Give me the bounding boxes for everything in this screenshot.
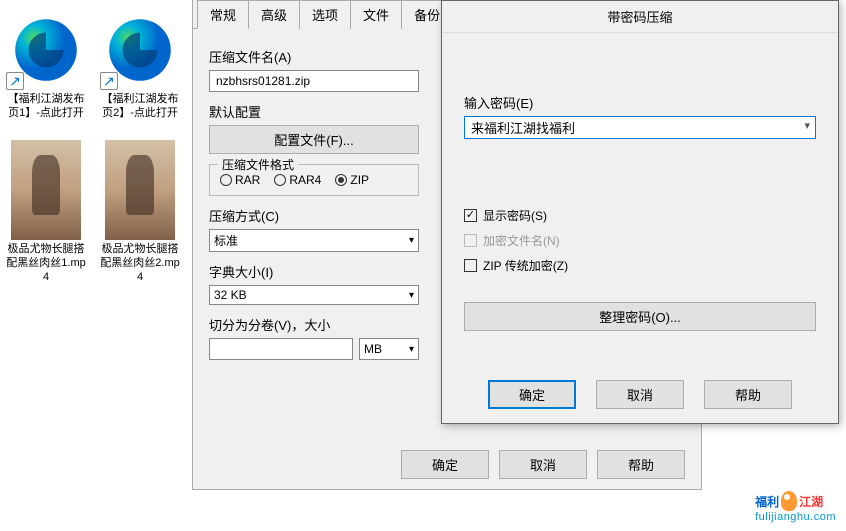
ok-button[interactable]: 确定 <box>488 380 576 409</box>
profile-button[interactable]: 配置文件(F)... <box>209 125 419 154</box>
tab-advanced[interactable]: 高级 <box>248 0 300 29</box>
dict-select[interactable]: 32 KB▾ <box>209 285 419 305</box>
format-radio-zip[interactable]: ZIP <box>335 173 369 187</box>
password-input[interactable] <box>464 116 816 139</box>
format-radio-rar[interactable]: RAR <box>220 173 260 187</box>
file-item[interactable]: 极品尤物长腿搭配黑丝肉丝1.mp4 <box>6 140 86 284</box>
file-item[interactable]: ↗ 【福利江湖发布页2】-点此打开 <box>100 10 180 120</box>
shortcut-arrow-icon: ↗ <box>100 72 118 90</box>
file-item[interactable]: ↗ 【福利江湖发布页1】-点此打开 <box>6 10 86 120</box>
shortcut-arrow-icon: ↗ <box>6 72 24 90</box>
ok-button[interactable]: 确定 <box>401 450 489 479</box>
format-group-title: 压缩文件格式 <box>218 156 298 173</box>
checkbox-icon <box>464 259 477 272</box>
enter-password-label: 输入密码(E) <box>464 93 816 112</box>
file-explorer: ↗ 【福利江湖发布页1】-点此打开 ↗ 【福利江湖发布页2】-点此打开 极品尤物… <box>0 0 200 531</box>
password-dialog-title: 带密码压缩 <box>442 1 838 33</box>
tab-options[interactable]: 选项 <box>299 0 351 29</box>
checkbox-icon <box>464 234 477 247</box>
show-password-checkbox[interactable]: 显示密码(S) <box>464 207 816 224</box>
tab-general[interactable]: 常规 <box>197 0 249 29</box>
method-select[interactable]: 标准▾ <box>209 229 419 252</box>
zip-legacy-checkbox[interactable]: ZIP 传统加密(Z) <box>464 257 816 274</box>
file-label: 【福利江湖发布页1】-点此打开 <box>6 92 86 120</box>
cancel-button[interactable]: 取消 <box>499 450 587 479</box>
video-thumbnail-icon <box>105 140 175 240</box>
organize-passwords-button[interactable]: 整理密码(O)... <box>464 302 816 331</box>
watermark-logo: 福利江湖 fulijianghu.com <box>755 490 836 523</box>
chevron-down-icon[interactable]: ▾ <box>804 119 810 132</box>
tab-files[interactable]: 文件 <box>350 0 402 29</box>
file-label: 【福利江湖发布页2】-点此打开 <box>100 92 180 120</box>
archive-name-input[interactable] <box>209 70 419 92</box>
file-label: 极品尤物长腿搭配黑丝肉丝1.mp4 <box>6 242 86 284</box>
password-dialog: 带密码压缩 输入密码(E) ▾ 显示密码(S) 加密文件名(N) ZIP 传统加… <box>441 0 839 424</box>
main-dialog-footer: 确定 取消 帮助 <box>401 450 685 479</box>
split-size-input[interactable] <box>209 338 353 360</box>
help-button[interactable]: 帮助 <box>597 450 685 479</box>
format-radio-rar4[interactable]: RAR4 <box>274 173 321 187</box>
logo-icon <box>781 491 797 511</box>
chevron-down-icon: ▾ <box>409 344 414 355</box>
password-dialog-footer: 确定 取消 帮助 <box>442 380 838 409</box>
encrypt-filenames-checkbox: 加密文件名(N) <box>464 232 816 249</box>
cancel-button[interactable]: 取消 <box>596 380 684 409</box>
file-label: 极品尤物长腿搭配黑丝肉丝2.mp4 <box>100 242 180 284</box>
help-button[interactable]: 帮助 <box>704 380 792 409</box>
video-thumbnail-icon <box>11 140 81 240</box>
checkbox-icon <box>464 209 477 222</box>
format-group: 压缩文件格式 RAR RAR4 ZIP <box>209 164 419 196</box>
chevron-down-icon: ▾ <box>409 235 414 246</box>
chevron-down-icon: ▾ <box>409 290 414 301</box>
file-item[interactable]: 极品尤物长腿搭配黑丝肉丝2.mp4 <box>100 140 180 284</box>
split-unit-select[interactable]: MB▾ <box>359 338 419 360</box>
